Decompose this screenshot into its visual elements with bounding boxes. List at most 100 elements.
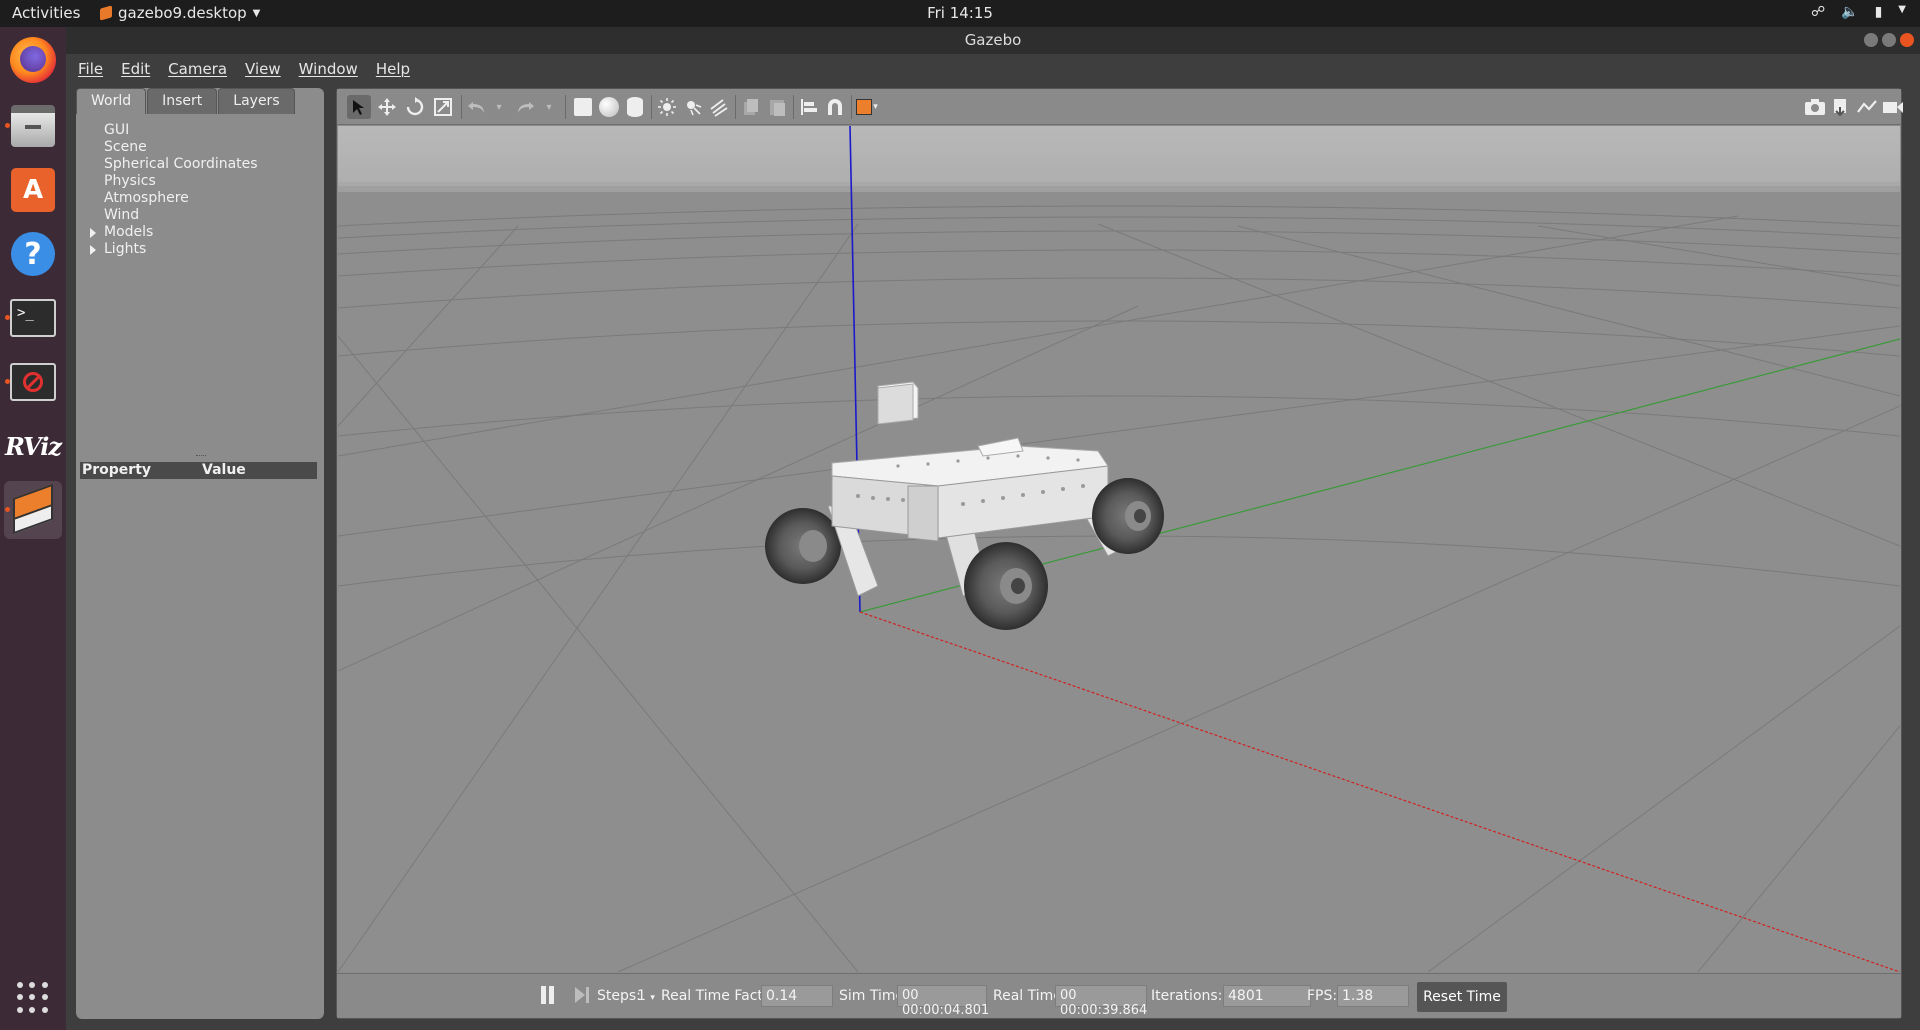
rotate-mode-icon[interactable] [403, 95, 427, 119]
translate-mode-icon[interactable] [375, 95, 399, 119]
network-icon: ☍ [1810, 4, 1826, 20]
directional-light-icon[interactable] [707, 95, 731, 119]
redo-history-chevron-icon[interactable]: ▾ [537, 95, 561, 119]
copy-icon[interactable] [739, 95, 763, 119]
menu-file[interactable]: File [78, 60, 103, 78]
record-video-icon[interactable] [1881, 95, 1905, 119]
menu-help[interactable]: Help [376, 60, 410, 78]
3d-viewport[interactable] [337, 125, 1901, 973]
tree-item-lights[interactable]: Lights [90, 241, 258, 258]
panel-splitter-handle[interactable] [196, 455, 206, 457]
minimize-icon[interactable] [1864, 33, 1878, 47]
dock-item-gazebo[interactable] [4, 481, 62, 539]
box-shape-icon[interactable] [571, 95, 595, 119]
log-icon[interactable] [1829, 95, 1853, 119]
redo-icon[interactable] [513, 95, 537, 119]
property-column-header: Property [82, 462, 152, 478]
snap-icon[interactable] [823, 95, 847, 119]
menu-window[interactable]: Window [299, 60, 358, 78]
app-menu[interactable]: gazebo9.desktop ▼ [100, 4, 260, 22]
clock[interactable]: Fri 14:15 [0, 4, 1920, 22]
tree-item-physics[interactable]: Physics [104, 173, 258, 190]
menu-view[interactable]: View [245, 60, 281, 78]
iterations-label: Iterations: [1151, 988, 1223, 1004]
sky [338, 126, 1900, 186]
close-icon[interactable] [1900, 33, 1914, 47]
render-toolbar: ▾ ▾ ▾ [337, 89, 1903, 125]
steps-value[interactable]: 1 ▾ [637, 988, 655, 1004]
value-column-header: Value [202, 462, 246, 478]
scale-mode-icon[interactable] [431, 95, 455, 119]
simulation-status-bar: Steps: 1 ▾ Real Time Factor: 0.14 Sim Ti… [337, 973, 1901, 1018]
running-indicator [5, 379, 10, 384]
menu-edit[interactable]: Edit [121, 60, 150, 78]
menu-bar: File Edit Camera View Window Help [66, 54, 1920, 84]
step-icon[interactable] [575, 986, 591, 1004]
pause-icon[interactable] [541, 986, 555, 1004]
tree-item-spherical-coordinates[interactable]: Spherical Coordinates [104, 156, 258, 173]
steps-value-text: 1 [637, 988, 646, 1004]
sim-time-field: 00 00:00:04.801 [897, 985, 989, 1018]
toolbar-separator [651, 95, 652, 119]
battery-icon: ▮ [1874, 4, 1883, 20]
window-titlebar[interactable]: Gazebo [66, 27, 1920, 54]
gnome-top-bar: Activities gazebo9.desktop ▼ Fri 14:15 ☍… [0, 0, 1920, 27]
toolbar-separator [461, 95, 462, 119]
cylinder-shape-icon[interactable] [623, 95, 647, 119]
screenshot-icon[interactable] [1803, 95, 1827, 119]
dock-item-firefox[interactable] [4, 31, 62, 89]
terminal-icon: >_ [10, 299, 56, 337]
tree-item-models[interactable]: Models [90, 224, 258, 241]
dock-item-blocked[interactable] [4, 353, 62, 411]
tab-insert[interactable]: Insert [147, 88, 218, 114]
dock-item-software[interactable]: A [4, 161, 62, 219]
fps-field: 1.38 [1337, 985, 1409, 1007]
expand-arrow-icon[interactable] [90, 245, 96, 255]
paste-icon[interactable] [765, 95, 789, 119]
tab-layers[interactable]: Layers [218, 88, 295, 114]
undo-icon[interactable] [465, 95, 489, 119]
toolbar-separator [851, 95, 852, 119]
help-icon: ? [11, 232, 55, 276]
tree-item-label: Lights [104, 241, 147, 257]
point-light-icon[interactable] [655, 95, 679, 119]
spot-light-icon[interactable] [681, 95, 705, 119]
gazebo-app-icon [100, 5, 112, 21]
tree-item-gui[interactable]: GUI [104, 122, 258, 139]
reset-time-button[interactable]: Reset Time [1417, 982, 1507, 1012]
tab-world[interactable]: World [76, 88, 147, 114]
plot-icon[interactable] [1855, 95, 1879, 119]
running-indicator [5, 123, 10, 128]
select-mode-icon[interactable] [347, 95, 371, 119]
window-title: Gazebo [964, 31, 1022, 49]
app-menu-label: gazebo9.desktop [118, 4, 247, 22]
tree-item-scene[interactable]: Scene [104, 139, 258, 156]
tree-item-atmosphere[interactable]: Atmosphere [104, 190, 258, 207]
dock-item-help[interactable]: ? [4, 225, 62, 283]
undo-history-chevron-icon[interactable]: ▾ [487, 95, 511, 119]
sphere-shape-icon[interactable] [597, 95, 621, 119]
maximize-icon[interactable] [1882, 33, 1896, 47]
show-applications-button[interactable] [4, 969, 62, 1027]
toolbar-separator [565, 95, 566, 119]
ground-plane [338, 186, 1900, 972]
main-render-panel: ▾ ▾ ▾ Steps: 1 ▾ Real Time Factor: 0.14 … [336, 88, 1903, 1019]
toolbar-separator [735, 95, 736, 119]
rviz-icon: RViz [4, 431, 62, 461]
activities-button[interactable]: Activities [12, 4, 80, 22]
menu-camera[interactable]: Camera [168, 60, 227, 78]
tree-item-wind[interactable]: Wind [104, 207, 258, 224]
blocked-app-icon [10, 363, 56, 401]
dock-item-terminal[interactable]: >_ [4, 289, 62, 347]
view-angle-icon[interactable]: ▾ [855, 95, 879, 119]
dock-item-files[interactable] [4, 97, 62, 155]
expand-arrow-icon[interactable] [90, 228, 96, 238]
gazebo-window: Gazebo File Edit Camera View Window Help… [66, 27, 1920, 1030]
chevron-down-icon: ▼ [1898, 4, 1906, 15]
align-icon[interactable] [797, 95, 821, 119]
steps-label: Steps: [597, 988, 641, 1004]
dock-item-rviz[interactable]: RViz [4, 417, 62, 475]
scene-render [337, 125, 1901, 973]
left-panel: World Insert Layers GUI Scene Spherical … [76, 88, 324, 1019]
system-tray[interactable]: ☍ 🔈 ▮ ▼ [1811, 4, 1906, 20]
